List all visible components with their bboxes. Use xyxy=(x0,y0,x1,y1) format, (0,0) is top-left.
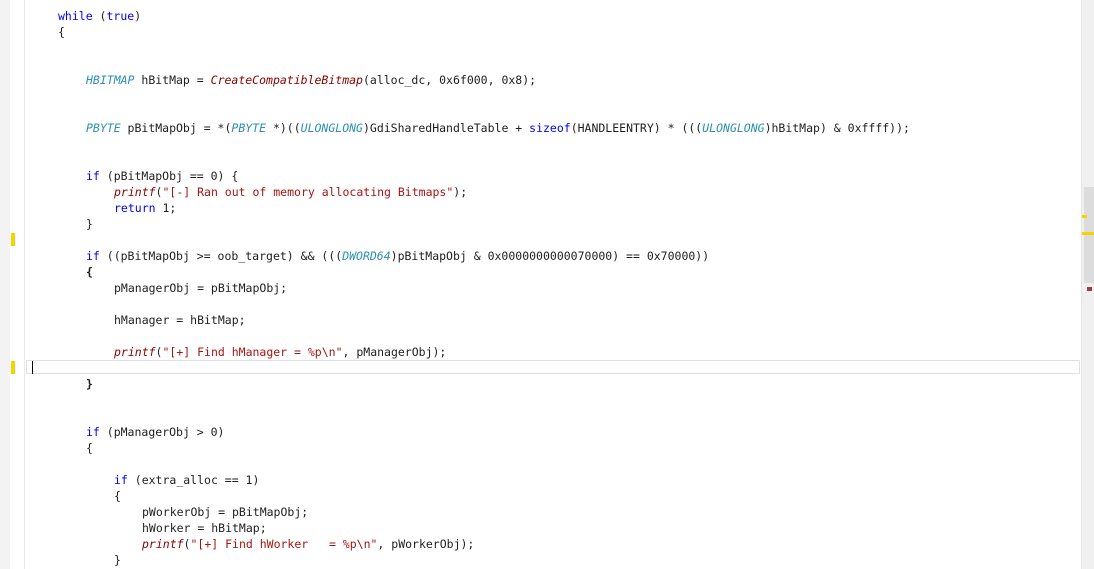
code-token: } xyxy=(114,553,121,567)
scrollbar-thumb[interactable] xyxy=(1084,187,1094,283)
code-token: PBYTE xyxy=(231,121,267,135)
code-token: , pManagerObj); xyxy=(342,345,447,359)
code-token: (pManagerObj > 0) xyxy=(99,425,225,439)
code-token: return xyxy=(114,201,156,215)
code-token: { xyxy=(58,25,65,39)
code-token: DWORD64 xyxy=(342,249,391,263)
change-marker xyxy=(11,361,15,374)
code-line[interactable]: { xyxy=(86,440,93,456)
scrollbar-change-mark xyxy=(1082,232,1094,235)
scrollbar-change-mark xyxy=(1082,215,1087,218)
code-line[interactable]: HBITMAP hBitMap = CreateCompatibleBitmap… xyxy=(86,72,536,88)
code-token: { xyxy=(86,265,93,279)
code-line[interactable]: printf("[-] Ran out of memory allocating… xyxy=(114,184,467,200)
code-token: } xyxy=(86,377,93,391)
code-line[interactable]: PBYTE pBitMapObj = *(PBYTE *)((ULONGLONG… xyxy=(86,120,910,136)
code-token: ( xyxy=(92,9,107,23)
code-line[interactable]: } xyxy=(86,216,93,232)
code-line[interactable]: printf("[+] Find hWorker = %p\n", pWorke… xyxy=(142,536,474,552)
code-token: )pBitMapObj & 0x0000000000070000) == 0x7… xyxy=(390,249,710,263)
code-line[interactable]: hWorker = hBitMap; xyxy=(142,520,267,536)
code-token: while xyxy=(58,9,93,23)
code-token: "[-] Ran out of memory allocating Bitmap… xyxy=(162,185,454,199)
code-token: (HANDLEENTRY) * ((( xyxy=(570,121,703,135)
code-line[interactable]: printf("[+] Find hManager = %p\n", pMana… xyxy=(114,344,446,360)
code-token: )hBitMap) & 0xffff)); xyxy=(764,121,910,135)
code-token: (extra_alloc == 1) xyxy=(127,473,260,487)
code-editor[interactable]: while (true){HBITMAP hBitMap = CreateCom… xyxy=(30,0,1080,569)
code-token: )GdiSharedHandleTable + xyxy=(362,121,530,135)
code-token: printf xyxy=(114,185,156,199)
code-token: "[+] Find hManager = %p\n" xyxy=(162,345,343,359)
code-token: ) xyxy=(134,9,142,23)
code-token: 1; xyxy=(155,201,177,215)
code-line[interactable]: return 1; xyxy=(114,200,176,216)
code-line[interactable]: if (pBitMapObj == 0) { xyxy=(86,168,238,184)
code-line[interactable]: if ((pBitMapObj >= oob_target) && (((DWO… xyxy=(86,248,709,264)
code-line[interactable]: if (extra_alloc == 1) xyxy=(114,472,259,488)
code-token: (pBitMapObj == 0) { xyxy=(99,169,239,183)
code-line[interactable]: pManagerObj = pBitMapObj; xyxy=(114,280,287,296)
margin-separator xyxy=(24,0,25,569)
code-line[interactable]: while (true) xyxy=(58,8,141,24)
code-token: PBYTE xyxy=(86,121,121,135)
code-token: (alloc_dc, 0x6f000, 0x8); xyxy=(362,73,537,87)
code-line[interactable]: pWorkerObj = pBitMapObj; xyxy=(142,504,308,520)
code-token: if xyxy=(86,169,100,183)
code-token: if xyxy=(86,249,100,263)
code-token: { xyxy=(114,489,121,503)
code-token: ((pBitMapObj >= oob_target) && ((( xyxy=(99,249,343,263)
code-token: HBITMAP xyxy=(86,73,135,87)
code-line[interactable]: } xyxy=(114,552,121,568)
editor-gutter xyxy=(0,0,10,569)
code-line[interactable]: hManager = hBitMap; xyxy=(114,312,246,328)
code-token: printf xyxy=(114,345,156,359)
code-token: pManagerObj = pBitMapObj; xyxy=(114,281,288,295)
scrollbar-error-mark xyxy=(1087,287,1092,291)
code-token: pBitMapObj = *( xyxy=(120,121,232,135)
code-token: , pWorkerObj); xyxy=(377,537,475,551)
code-token: ULONGLONG xyxy=(300,121,363,135)
code-line[interactable]: } xyxy=(86,376,93,392)
code-token: hWorker = hBitMap; xyxy=(142,521,267,535)
code-token: if xyxy=(114,473,128,487)
code-token: printf xyxy=(142,537,184,551)
code-token: pWorkerObj = pBitMapObj; xyxy=(142,505,309,519)
change-marker xyxy=(11,233,15,246)
code-token: hBitMap = xyxy=(134,73,211,87)
vertical-scrollbar[interactable] xyxy=(1081,0,1094,569)
code-token: } xyxy=(86,217,93,231)
code-token: true xyxy=(106,9,135,23)
code-line[interactable]: if (pManagerObj > 0) xyxy=(86,424,224,440)
code-line[interactable]: { xyxy=(58,24,65,40)
code-token: { xyxy=(86,441,93,455)
code-token: "[+] Find hWorker = %p\n" xyxy=(190,537,378,551)
code-token: *)(( xyxy=(266,121,301,135)
code-token: hManager = hBitMap; xyxy=(114,313,246,327)
code-token: ); xyxy=(453,185,468,199)
code-token: CreateCompatibleBitmap xyxy=(210,73,363,87)
code-line[interactable]: { xyxy=(114,488,121,504)
code-token: sizeof xyxy=(529,121,571,135)
code-line[interactable]: { xyxy=(86,264,93,280)
code-token: ULONGLONG xyxy=(702,121,765,135)
code-token: if xyxy=(86,425,100,439)
